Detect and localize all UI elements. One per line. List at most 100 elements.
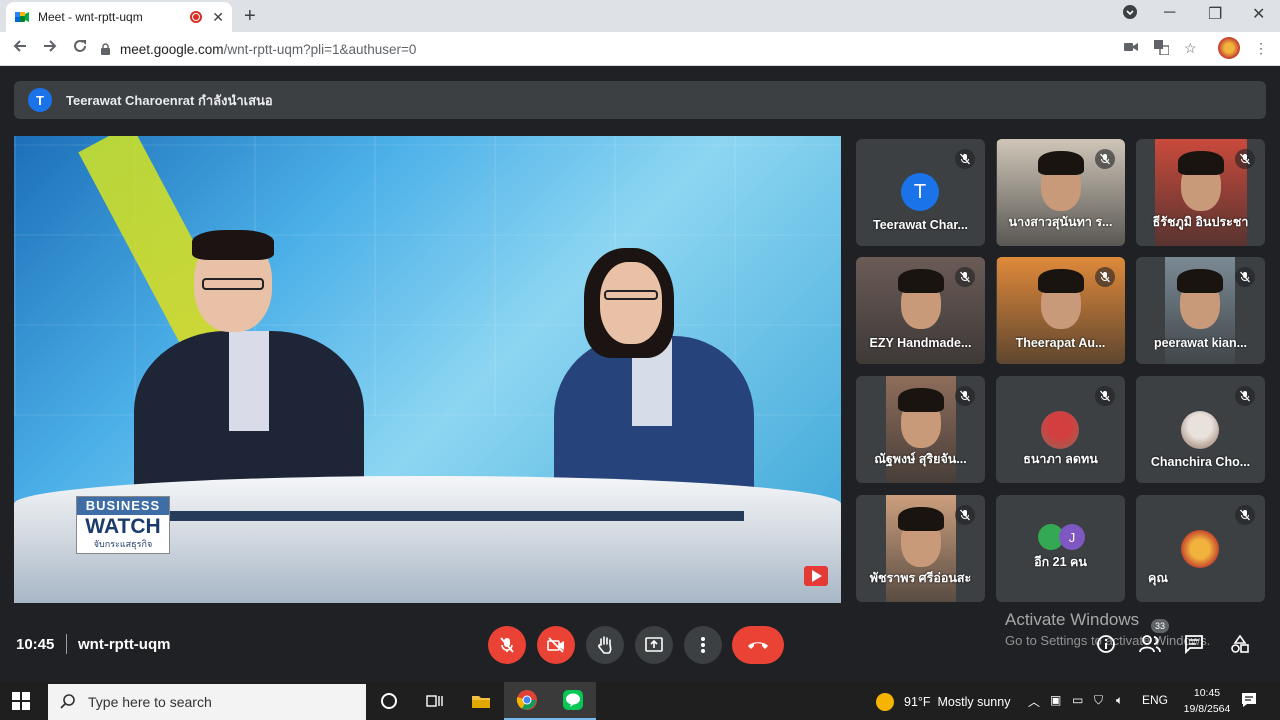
presenter-avatar: T xyxy=(28,88,52,112)
info-icon xyxy=(1097,635,1115,653)
taskbar-clock[interactable]: 10:45 19/8/2564 xyxy=(1180,685,1234,717)
profile-avatar[interactable] xyxy=(1218,37,1240,59)
file-explorer-icon[interactable] xyxy=(458,682,504,720)
participant-name: peerawat kian... xyxy=(1153,336,1248,350)
notifications-icon[interactable] xyxy=(1240,691,1258,712)
participant-name: ธีรัชภูมิ อินประชา xyxy=(1152,215,1249,229)
business-watch-logo: BUSINESS WATCH จับกระแสธุรกิจ xyxy=(76,496,170,554)
people-icon xyxy=(1139,635,1161,653)
activities-button[interactable] xyxy=(1228,632,1252,656)
meeting-details-button[interactable] xyxy=(1094,632,1118,656)
tray-app-icon[interactable]: ▣ xyxy=(1050,693,1061,707)
reload-icon[interactable] xyxy=(72,38,88,59)
chrome-taskbar-icon[interactable] xyxy=(504,682,550,720)
browser-tab-strip: Meet - wnt-rptt-uqm ✕ + ─ ❐ ✕ xyxy=(0,0,1280,32)
presenting-banner: T Teerawat Charoenrat กำลังนำเสนอ xyxy=(14,81,1266,119)
recording-indicator-icon xyxy=(190,11,203,23)
meet-favicon-icon xyxy=(14,9,30,25)
tab-search-icon[interactable] xyxy=(1122,4,1138,25)
shapes-icon xyxy=(1231,634,1249,653)
window-close-icon[interactable]: ✕ xyxy=(1252,4,1265,24)
present-screen-button[interactable] xyxy=(635,626,673,664)
address-bar[interactable]: meet.google.com/wnt-rptt-uqm?pli=1&authu… xyxy=(100,36,1208,62)
search-icon xyxy=(60,693,76,712)
meeting-time: 10:45 xyxy=(16,636,55,653)
participant-avatar: T xyxy=(901,173,939,211)
participant-tile[interactable]: Chanchira Cho... xyxy=(1136,376,1265,483)
more-options-button[interactable] xyxy=(684,626,722,664)
muted-mic-icon xyxy=(1235,386,1255,406)
bookmark-star-icon[interactable]: ☆ xyxy=(1184,40,1197,57)
leave-call-button[interactable] xyxy=(732,626,784,664)
participant-tile[interactable]: T Teerawat Char... xyxy=(856,139,985,246)
chat-icon xyxy=(1185,635,1203,654)
translate-icon[interactable] xyxy=(1154,40,1170,58)
people-button[interactable] xyxy=(1138,632,1162,656)
muted-mic-icon xyxy=(1235,505,1255,525)
chat-button[interactable] xyxy=(1182,632,1206,656)
windows-start-icon[interactable] xyxy=(12,692,30,715)
participant-tile[interactable]: Theerapat Au... xyxy=(996,257,1125,364)
show-hidden-icons-icon[interactable]: ︿ xyxy=(1028,693,1040,710)
participant-avatar xyxy=(1041,411,1079,449)
presentation-video[interactable]: BUSINESS WATCH จับกระแสธุรกิจ xyxy=(14,136,841,603)
taskbar-search-box[interactable]: Type here to search xyxy=(48,684,366,720)
volume-icon[interactable]: 🔈︎ xyxy=(1116,693,1123,708)
sunny-icon xyxy=(876,693,894,711)
camera-off-icon xyxy=(547,637,564,653)
line-taskbar-icon[interactable] xyxy=(550,682,596,720)
raise-hand-button[interactable] xyxy=(586,626,624,664)
tab-close-icon[interactable]: ✕ xyxy=(212,9,224,26)
muted-mic-icon xyxy=(1095,267,1115,287)
participant-tile[interactable]: พัชราพร ศรีอ่อนสะ xyxy=(856,495,985,602)
tray-wifi-icon[interactable]: ▭ xyxy=(1072,693,1083,707)
others-avatar-initial: J xyxy=(1059,524,1085,550)
microphone-off-button[interactable] xyxy=(488,626,526,664)
network-icon[interactable]: ⛉ xyxy=(1094,693,1103,708)
participant-name: Theerapat Au... xyxy=(1015,336,1106,350)
hang-up-icon xyxy=(748,642,768,649)
muted-mic-icon xyxy=(1095,386,1115,406)
participant-name: ณัฐพงษ์ สุริยจัน... xyxy=(874,452,967,466)
browser-tab-meet[interactable]: Meet - wnt-rptt-uqm ✕ xyxy=(6,2,232,32)
muted-mic-icon xyxy=(1235,267,1255,287)
input-language[interactable]: ENG xyxy=(1142,693,1168,707)
task-view-icon[interactable] xyxy=(412,682,458,720)
back-icon[interactable] xyxy=(12,38,28,59)
cortana-icon[interactable] xyxy=(366,682,412,720)
activate-windows-title: Activate Windows xyxy=(1005,610,1140,629)
participant-tile[interactable]: peerawat kian... xyxy=(1136,257,1265,364)
camera-off-button[interactable] xyxy=(537,626,575,664)
meeting-code: wnt-rptt-uqm xyxy=(78,636,171,653)
muted-mic-icon xyxy=(955,505,975,525)
participant-tile[interactable]: นางสาวสุนันทา ร... xyxy=(996,139,1125,246)
new-tab-button[interactable]: + xyxy=(244,5,256,28)
minimize-icon[interactable]: ─ xyxy=(1164,4,1175,22)
muted-mic-icon xyxy=(1235,149,1255,169)
restore-icon[interactable]: ❐ xyxy=(1208,4,1222,24)
forward-icon[interactable] xyxy=(42,38,58,59)
camera-in-use-icon[interactable] xyxy=(1124,40,1138,56)
participant-tile[interactable]: ธีรัชภูมิ อินประชา xyxy=(1136,139,1265,246)
participant-name: Teerawat Char... xyxy=(873,218,968,232)
tab-title: Meet - wnt-rptt-uqm xyxy=(38,10,143,24)
muted-mic-icon xyxy=(955,386,975,406)
participant-tile[interactable]: J อีก 21 คน xyxy=(996,495,1125,602)
mic-off-icon xyxy=(500,637,514,653)
present-icon xyxy=(645,637,663,652)
chrome-menu-icon[interactable]: ⋮ xyxy=(1254,40,1268,57)
search-placeholder: Type here to search xyxy=(88,694,212,710)
participant-tile[interactable]: ธนาภา ลดทน xyxy=(996,376,1125,483)
weather-temperature: 91°F xyxy=(904,695,931,709)
participant-tile[interactable]: EZY Handmade... xyxy=(856,257,985,364)
muted-mic-icon xyxy=(955,267,975,287)
participant-avatar xyxy=(1181,411,1219,449)
participant-tile[interactable]: คุณ xyxy=(1136,495,1265,602)
participant-name: คุณ xyxy=(1148,571,1168,585)
participant-name: EZY Handmade... xyxy=(869,336,972,350)
weather-widget[interactable]: 91°F Mostly sunny xyxy=(876,693,1010,711)
browser-toolbar: meet.google.com/wnt-rptt-uqm?pli=1&authu… xyxy=(0,32,1280,66)
lock-icon[interactable] xyxy=(100,43,112,55)
self-avatar xyxy=(1181,530,1219,568)
participant-tile[interactable]: ณัฐพงษ์ สุริยจัน... xyxy=(856,376,985,483)
